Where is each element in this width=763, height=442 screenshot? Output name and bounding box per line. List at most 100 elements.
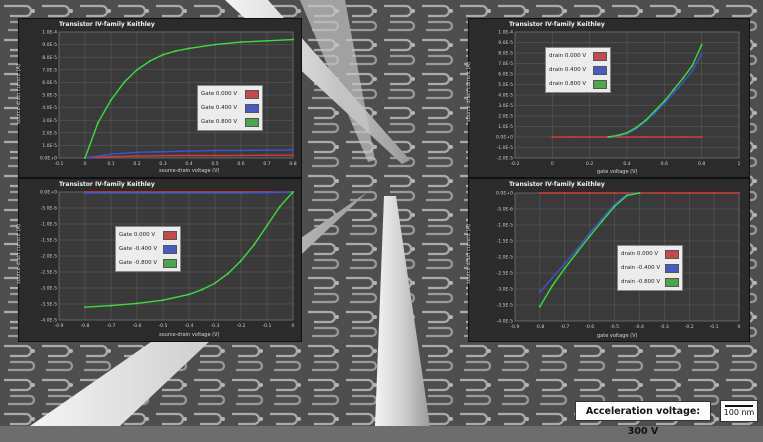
data-point-green — [588, 235, 591, 238]
x-tick-label: -0.9 — [511, 324, 520, 330]
legend-swatch-blue — [593, 65, 607, 75]
data-point-red — [644, 136, 647, 138]
legend-entry: Gate 0.800 V — [201, 115, 259, 129]
data-point-green — [654, 109, 656, 112]
legend-swatch-green — [593, 79, 607, 89]
y-tick-label: 4.0E-5 — [498, 93, 513, 99]
y-tick-label: -4.0E-5 — [497, 319, 514, 325]
y-tick-label: 0.0E+0 — [496, 191, 513, 197]
data-point-green — [576, 251, 579, 254]
y-tick-label: -1.0E-5 — [497, 145, 514, 151]
y-tick-label: -3.5E-5 — [497, 303, 514, 309]
y-tick-label: 2.0E-5 — [42, 130, 57, 136]
legend-swatch-green — [665, 277, 679, 287]
data-point-green — [266, 39, 268, 42]
y-tick-label: 3.0E-5 — [42, 118, 57, 124]
data-point-green — [123, 81, 125, 84]
x-tick-label: -0.2 — [237, 323, 246, 329]
data-point-blue — [576, 248, 579, 250]
legend-entry: drain 0.400 V — [549, 63, 607, 77]
y-tick-label: 7.0E-5 — [498, 61, 513, 67]
data-point-green — [175, 49, 177, 52]
x-tick-label: -0.8 — [535, 324, 544, 330]
data-point-red — [214, 154, 216, 157]
legend-swatch-red — [665, 249, 679, 259]
data-point-green — [626, 131, 628, 134]
chart-panel-transfer-negative: -4.0E-5 -3.5E-5 -3.0E-5 -2.5E-5 -2.0E-5 -1.5E… — [466, 178, 750, 342]
legend-swatch-blue — [665, 263, 679, 273]
chart-title: Transistor IV-family Keithley — [59, 181, 155, 188]
legend-entry: drain -0.400 V — [621, 261, 679, 275]
data-point-red — [188, 154, 190, 157]
chart-plot-svg: -4.0E-5 -3.5E-5 -3.0E-5 -2.5E-5 -2.0E-5 -1.5E… — [496, 191, 741, 330]
y-tick-label: -1.5E-5 — [41, 238, 58, 244]
y-tick-label: 8.0E-5 — [42, 55, 57, 61]
data-point-red — [738, 192, 740, 194]
data-point-green — [644, 119, 647, 122]
y-tick-label: -1.5E-5 — [497, 239, 514, 245]
data-point-red — [240, 154, 242, 157]
x-tick-label: -0.5 — [610, 324, 619, 330]
y-axis-label: source-drain current (A) — [15, 224, 22, 284]
data-point-red — [266, 154, 268, 157]
data-point-blue — [672, 91, 675, 94]
y-tick-label: 1.0E-5 — [498, 124, 513, 130]
y-tick-label: 0.0E+0 — [40, 190, 57, 196]
data-point-green — [188, 293, 190, 296]
x-tick-label: 0.4 — [623, 161, 630, 167]
y-tick-label: 1.0E-4 — [498, 30, 513, 36]
y-tick-label: -2.0E-5 — [497, 255, 514, 261]
data-point-blue — [240, 191, 242, 194]
y-tick-label: 0.0E+0 — [496, 135, 513, 141]
y-tick-label: -2.0E-5 — [41, 254, 58, 260]
data-point-green — [292, 38, 294, 41]
chart-legend: drain 0.000 V drain 0.400 V drain 0.800 … — [545, 47, 611, 93]
data-point-red — [570, 136, 572, 138]
y-tick-label: -2.5E-5 — [497, 271, 514, 277]
data-point-green — [240, 259, 242, 262]
data-point-blue — [266, 149, 268, 152]
x-tick-label: 0.3 — [159, 161, 166, 167]
legend-swatch-green — [245, 117, 259, 127]
y-tick-label: -4.0E-5 — [41, 318, 58, 324]
data-point-green — [601, 220, 604, 223]
data-point-red — [588, 192, 591, 194]
data-point-red — [682, 136, 684, 138]
data-point-green — [214, 43, 216, 46]
data-point-green — [240, 41, 242, 44]
scale-bar-line — [725, 405, 753, 407]
data-point-green — [638, 192, 641, 194]
data-point-red — [588, 136, 591, 138]
data-point-green — [691, 64, 694, 67]
data-point-red — [663, 136, 666, 138]
legend-swatch-blue — [163, 244, 177, 254]
chart-title: Transistor IV-family Keithley — [509, 21, 605, 28]
data-point-green — [110, 99, 112, 102]
data-point-blue — [538, 291, 541, 294]
x-tick-label: 0.5 — [211, 161, 218, 167]
scale-bar-label: 100 nm — [723, 408, 755, 417]
y-tick-label: -1.0E-5 — [497, 223, 514, 229]
data-point-green — [97, 121, 99, 124]
data-point-green — [214, 282, 216, 285]
x-tick-label: 0.8 — [698, 161, 705, 167]
data-point-red — [162, 154, 164, 157]
x-tick-label: 0.4 — [185, 161, 192, 167]
chart-legend: Gate 0.000 V Gate -0.400 V Gate -0.800 V — [115, 226, 181, 272]
x-tick-label: -0.6 — [585, 324, 594, 330]
y-tick-label: 5.0E-5 — [498, 82, 513, 88]
x-tick-label: -0.9 — [55, 323, 64, 329]
data-point-green — [84, 157, 86, 159]
data-point-green — [292, 191, 294, 193]
data-point-blue — [136, 191, 138, 194]
x-tick-label: 0 — [738, 324, 741, 330]
data-point-blue — [162, 150, 164, 153]
data-point-blue — [188, 191, 190, 194]
data-point-blue — [214, 149, 216, 152]
data-point-green — [663, 100, 666, 103]
x-tick-label: -0.5 — [159, 323, 168, 329]
y-tick-label: 8.0E-5 — [498, 51, 513, 57]
data-point-green — [253, 243, 255, 246]
data-point-red — [613, 192, 616, 194]
data-point-blue — [691, 69, 694, 72]
